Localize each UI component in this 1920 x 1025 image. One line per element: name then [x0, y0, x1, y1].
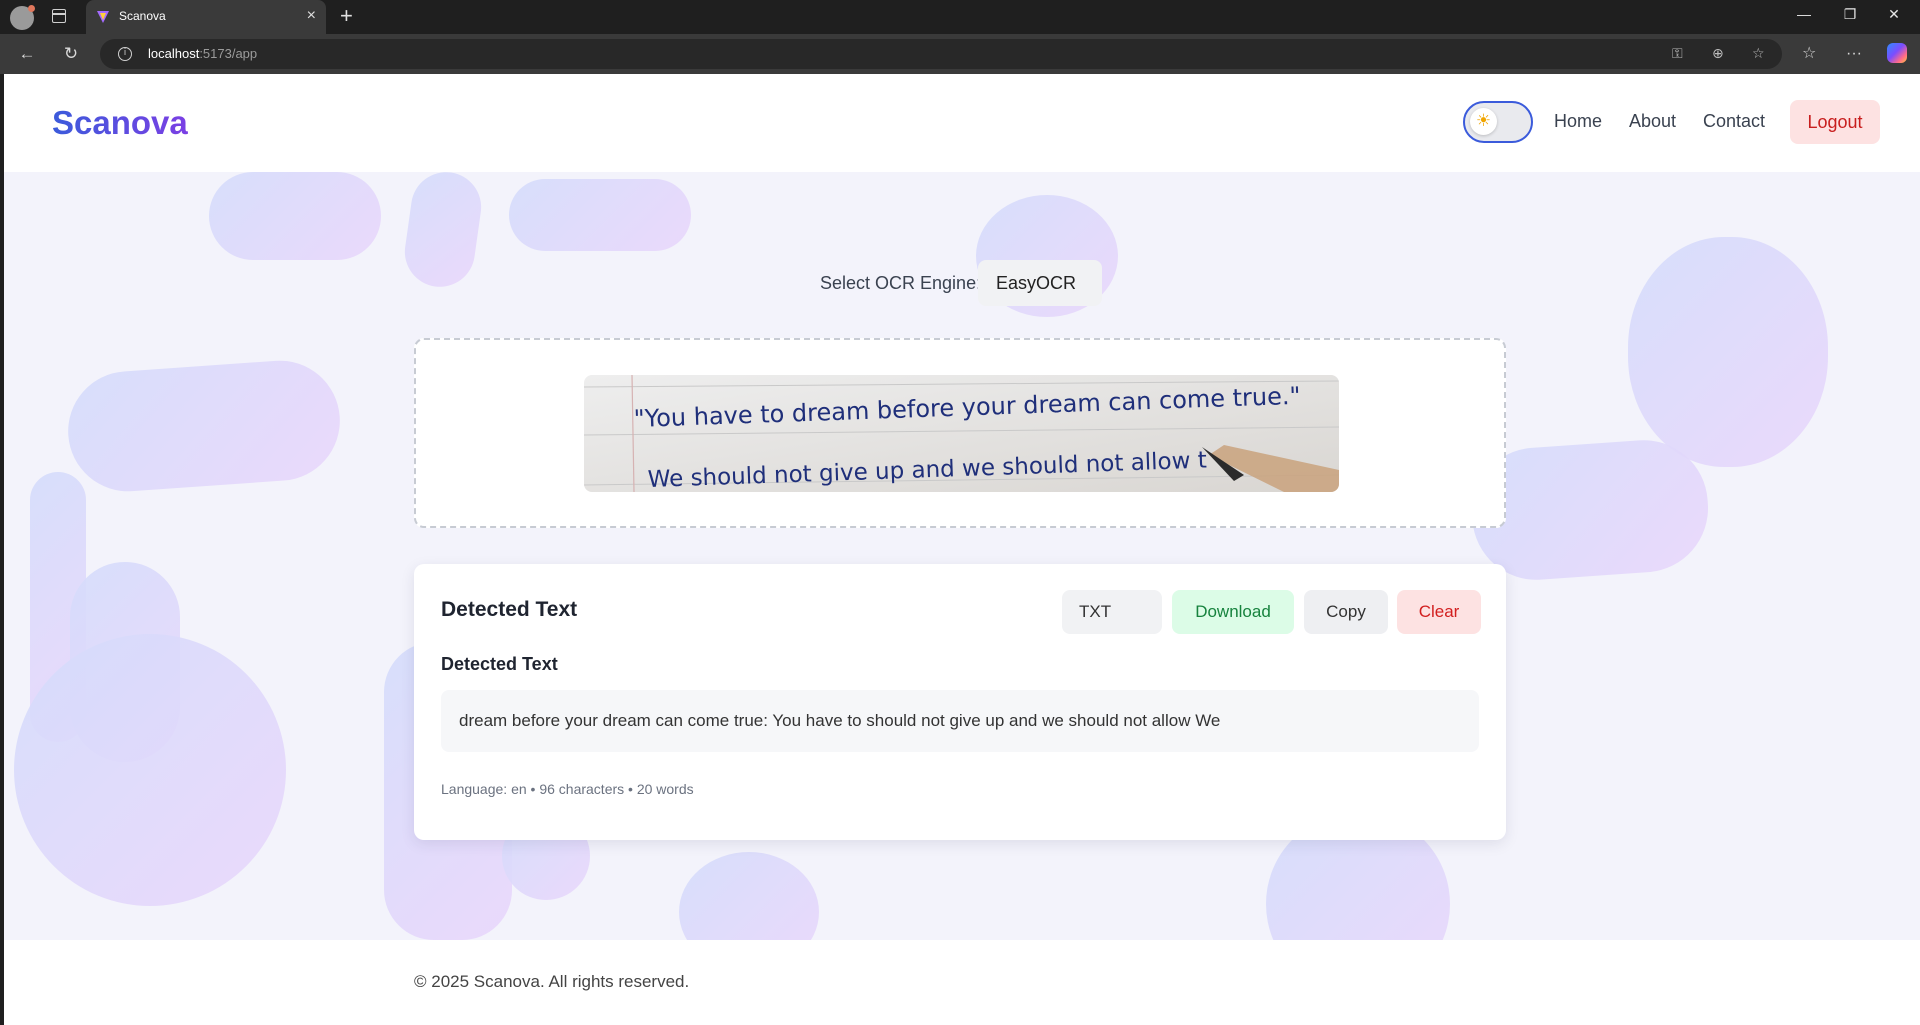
vite-favicon-icon	[97, 11, 109, 23]
site-footer: © 2025 Scanova. All rights reserved.	[4, 940, 1920, 1025]
browser-toolbar: ← ↻ i localhost:5173/app ⚿ ⊕ ☆ ☆ ···	[0, 34, 1920, 74]
main-area: Select OCR Engine: EasyOCR "You have to …	[4, 172, 1920, 940]
reload-icon[interactable]: ↻	[60, 43, 82, 65]
nav-contact-link[interactable]: Contact	[1703, 111, 1765, 132]
copilot-icon[interactable]	[1887, 43, 1907, 63]
tab-close-icon[interactable]: ×	[307, 6, 316, 26]
address-bar[interactable]: i localhost:5173/app ⚿ ⊕ ☆	[100, 39, 1782, 69]
tab-title: Scanova	[119, 9, 166, 23]
background-blob	[679, 852, 819, 940]
download-button[interactable]: Download	[1172, 590, 1294, 634]
tab-actions-icon[interactable]	[52, 9, 66, 23]
clear-button[interactable]: Clear	[1397, 590, 1481, 634]
theme-toggle[interactable]: ☀	[1463, 101, 1533, 143]
copy-button[interactable]: Copy	[1304, 590, 1388, 634]
background-blob	[400, 172, 486, 292]
page-viewport: Scanova ☀ Home About Contact Logout Sele…	[4, 74, 1920, 1025]
back-icon[interactable]: ←	[16, 43, 38, 65]
ocr-engine-select[interactable]: EasyOCR	[978, 260, 1102, 306]
detected-text-output[interactable]: dream before your dream can come true: Y…	[441, 690, 1479, 752]
uploaded-image-preview: "You have to dream before your dream can…	[584, 375, 1339, 492]
sun-icon: ☀	[1475, 111, 1492, 130]
favorites-icon[interactable]: ☆	[1802, 43, 1816, 65]
ocr-engine-label: Select OCR Engine:	[820, 273, 982, 293]
browser-tab[interactable]: Scanova ×	[86, 0, 326, 34]
background-blob	[509, 179, 691, 251]
export-format-select[interactable]: TXT	[1062, 590, 1162, 634]
favorite-star-icon[interactable]: ☆	[1752, 45, 1765, 62]
background-blob	[14, 634, 286, 906]
copyright-text: © 2025 Scanova. All rights reserved.	[414, 972, 690, 991]
minimize-icon[interactable]: —	[1794, 6, 1814, 22]
site-header: Scanova ☀ Home About Contact Logout	[4, 74, 1920, 172]
detected-text-heading: Detected Text	[441, 654, 558, 674]
browser-tab-bar: Scanova × + — ❐ ✕	[0, 0, 1920, 34]
more-menu-icon[interactable]: ···	[1846, 43, 1862, 65]
logout-button[interactable]: Logout	[1790, 100, 1880, 144]
detected-text-card: Detected Text TXT Download Copy Clear De…	[414, 564, 1506, 840]
site-info-icon[interactable]: i	[118, 47, 132, 61]
background-blob	[209, 172, 381, 260]
background-blob	[64, 356, 344, 496]
zoom-icon[interactable]: ⊕	[1712, 45, 1724, 62]
logo[interactable]: Scanova	[52, 104, 188, 142]
card-title: Detected Text	[441, 598, 578, 621]
url-text: localhost:5173/app	[148, 46, 258, 61]
key-icon[interactable]: ⚿	[1672, 45, 1683, 62]
restore-icon[interactable]: ❐	[1840, 6, 1860, 23]
text-stats: Language: en • 96 characters • 20 words	[441, 781, 694, 797]
profile-avatar-icon[interactable]	[10, 5, 35, 30]
toggle-knob: ☀	[1470, 108, 1497, 135]
new-tab-icon[interactable]: +	[340, 4, 353, 28]
nav-home-link[interactable]: Home	[1554, 111, 1602, 132]
image-dropzone[interactable]: "You have to dream before your dream can…	[414, 338, 1506, 528]
background-blob	[1628, 237, 1828, 467]
window-close-icon[interactable]: ✕	[1884, 6, 1904, 23]
nav-about-link[interactable]: About	[1629, 111, 1676, 132]
